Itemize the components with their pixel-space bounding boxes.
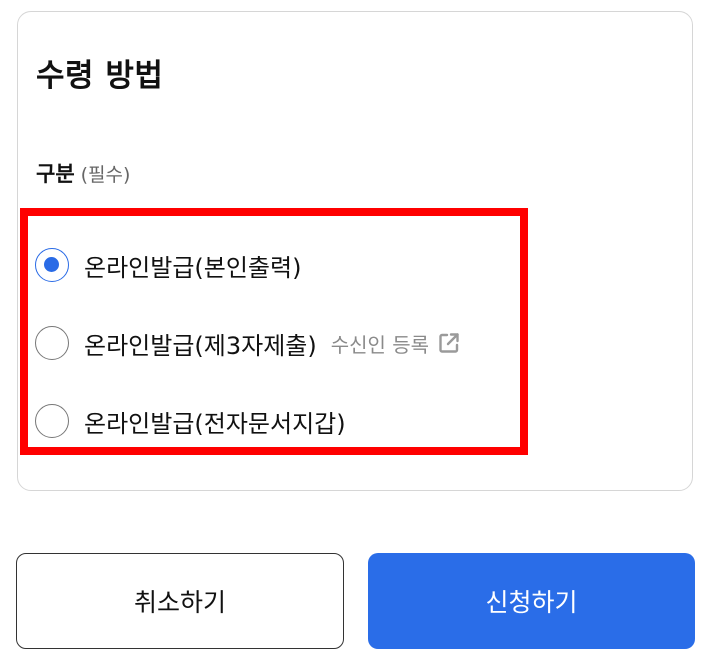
register-recipient-link[interactable]: 수신인 등록 bbox=[331, 329, 461, 358]
option-label: 온라인발급(제3자제출) bbox=[84, 331, 317, 360]
radio-button[interactable] bbox=[35, 326, 69, 360]
required-note: (필수) bbox=[80, 164, 131, 186]
option-self-print[interactable]: 온라인발급(본인출력) bbox=[35, 245, 301, 285]
option-label: 온라인발급(전자문서지갑) bbox=[84, 409, 346, 438]
group-label-text: 구분 bbox=[36, 162, 75, 186]
group-label: 구분 (필수) bbox=[36, 158, 130, 191]
option-digital-wallet[interactable]: 온라인발급(전자문서지갑) bbox=[35, 401, 346, 441]
external-link-icon bbox=[439, 333, 459, 353]
cancel-button[interactable]: 취소하기 bbox=[16, 553, 344, 649]
submit-button[interactable]: 신청하기 bbox=[368, 553, 695, 649]
radio-button-selected[interactable] bbox=[35, 248, 69, 282]
option-label: 온라인발급(본인출력) bbox=[84, 253, 302, 282]
option-third-party[interactable]: 온라인발급(제3자제출) 수신인 등록 bbox=[35, 323, 461, 363]
radio-button[interactable] bbox=[35, 404, 69, 438]
section-title: 수령 방법 bbox=[36, 58, 164, 94]
register-recipient-label: 수신인 등록 bbox=[330, 332, 430, 357]
